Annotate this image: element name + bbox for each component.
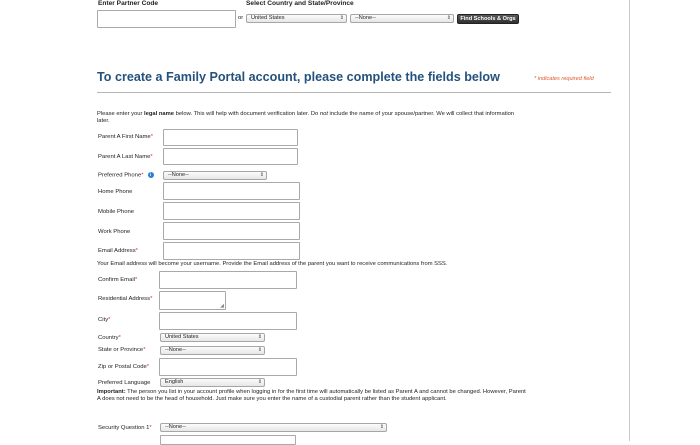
select-arrows-icon: ⇕ [257,347,262,353]
required-star: * [108,317,111,323]
state-label: State or Province* [98,347,145,353]
intro-italic: not [319,111,328,117]
security-question-1-label: Security Question 1* [98,425,152,431]
info-icon[interactable]: i [147,172,154,178]
required-star: * [150,296,153,302]
work-phone-label: Work Phone [98,229,131,235]
last-name-input[interactable] [163,148,298,165]
home-phone-input[interactable] [163,182,300,200]
email-input[interactable] [163,242,300,260]
preferred-phone-value: --None-- [168,172,189,178]
important-text: The person you list in your account prof… [97,389,526,402]
select-arrows-icon: ⇕ [379,424,384,430]
required-field-note: * indicates required field [534,76,594,82]
partner-country-select[interactable]: United States ⇕ [246,14,347,23]
mobile-phone-input[interactable] [163,202,300,220]
language-label: Preferred Language [98,380,151,386]
email-label: Email Address* [98,248,138,254]
residential-address-label: Residential Address* [98,296,152,302]
required-star: * [141,172,144,179]
intro-text: Please enter your [97,111,145,117]
required-star: * [143,347,146,353]
last-name-label-text: Parent A Last Name [98,154,151,160]
state-select[interactable]: --None-- ⇕ [160,346,265,355]
security-answer-1-input[interactable] [160,435,296,445]
first-name-label: Parent A First Name* [98,134,153,140]
intro-text: below. This will help with document veri… [174,111,320,117]
email-note: Your Email address will become your user… [97,261,448,267]
residential-address-textarea[interactable]: ◢ [159,291,226,310]
select-arrows-icon: ⇕ [259,172,264,178]
partner-state-value: --None-- [355,15,376,21]
confirm-email-input[interactable] [159,271,297,289]
page-right-border [629,0,630,441]
partner-code-label: Enter Partner Code [98,0,159,7]
mobile-phone-label: Mobile Phone [98,209,135,215]
intro-bold: legal name [144,111,175,117]
partner-code-input[interactable] [97,10,236,28]
important-label: Important: [97,389,126,395]
select-arrows-icon: ⇕ [257,379,262,385]
required-star: * [135,277,138,283]
state-label-text: State or Province [98,347,144,353]
preferred-phone-label: Preferred Phone* i [98,172,154,179]
find-schools-button[interactable]: Find Schools & Orgs [457,14,519,24]
language-select[interactable]: English ⇕ [160,378,265,387]
select-arrows-icon: ⇕ [257,334,262,340]
country-state-label: Select Country and State/Province [246,0,354,7]
select-arrows-icon: ⇕ [339,15,344,21]
first-name-input[interactable] [163,129,298,146]
required-star: * [146,364,150,370]
partner-state-select[interactable]: --None-- ⇕ [350,14,454,23]
city-input[interactable] [159,312,297,330]
page-title: To create a Family Portal account, pleas… [97,70,500,84]
country-label: Country* [98,335,121,341]
security-question-1-value: --None-- [165,424,186,430]
zip-input[interactable] [159,358,297,376]
required-star: * [150,154,153,160]
zip-label-text: Zip or Postal Code [98,364,147,370]
confirm-email-label-text: Confirm Email [98,277,135,283]
or-text: or [238,15,244,21]
first-name-label-text: Parent A First Name [98,134,151,140]
partner-country-value: United States [251,15,285,21]
important-note: Important: The person you list in your a… [97,389,529,403]
confirm-email-label: Confirm Email* [98,277,137,283]
state-value: --None-- [165,347,186,353]
required-star: * [135,248,138,254]
language-value: English [165,379,184,385]
preferred-phone-select[interactable]: --None-- ⇕ [163,171,267,180]
select-arrows-icon: ⇕ [446,15,451,21]
city-label: City* [98,317,110,323]
required-star: * [118,335,121,341]
title-divider [97,92,611,93]
security-question-1-select[interactable]: --None-- ⇕ [160,423,387,432]
last-name-label: Parent A Last Name* [98,154,153,160]
resize-handle-icon[interactable]: ◢ [220,303,224,309]
intro-paragraph: Please enter your legal name below. This… [97,111,527,125]
residential-address-label-text: Residential Address [98,296,151,302]
email-label-text: Email Address [98,248,136,254]
country-value: United States [165,334,199,340]
country-select[interactable]: United States ⇕ [160,333,265,342]
security-question-1-label-text: Security Question 1 [98,425,150,431]
city-label-text: City [98,317,109,323]
work-phone-input[interactable] [163,222,300,240]
required-star: * [149,425,152,431]
home-phone-label: Home Phone [98,189,133,195]
preferred-phone-label-text: Preferred Phone [98,172,142,179]
country-label-text: Country [98,335,119,341]
required-star: * [150,134,154,140]
zip-label: Zip or Postal Code* [98,364,149,370]
